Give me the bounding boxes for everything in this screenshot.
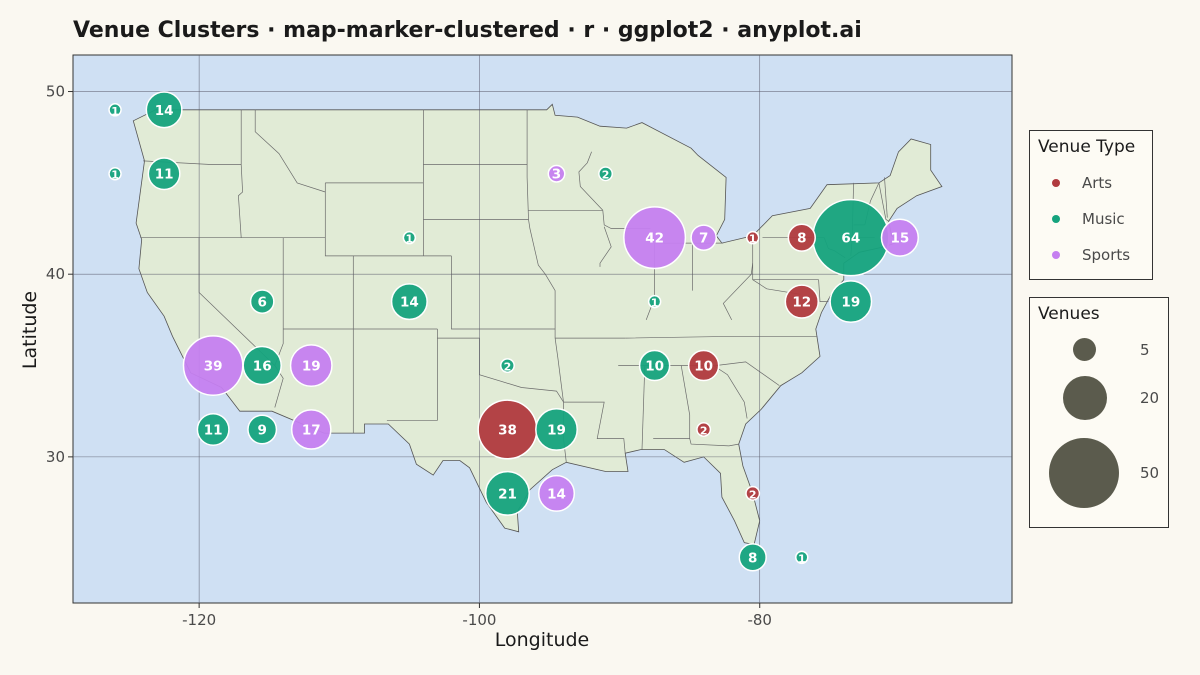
cluster-marker-sports: 15: [880, 218, 920, 257]
cluster-count-label: 64: [841, 231, 860, 247]
cluster-count-label: 2: [602, 169, 610, 182]
cluster-marker-music: 11: [196, 412, 230, 446]
cluster-marker-music: 21: [484, 470, 530, 516]
size-legend-circle-20: [1063, 376, 1107, 420]
y-tick-label: 50: [46, 83, 65, 101]
cluster-marker-music: 2: [499, 358, 515, 374]
cluster-count-label: 21: [498, 486, 517, 502]
cluster-count-label: 14: [400, 295, 419, 311]
cluster-marker-music: 64: [812, 198, 890, 277]
cluster-count-label: 14: [155, 103, 174, 119]
legend-label-arts: Arts: [1082, 174, 1113, 192]
cluster-count-label: 19: [302, 359, 321, 375]
cluster-count-label: 1: [651, 297, 659, 310]
map-plot: 644239382119191917161514141412111110 1098…: [19, 54, 1013, 651]
legend-item-sports: Sports: [1030, 242, 1130, 268]
y-tick-label: 30: [46, 448, 65, 466]
cluster-marker-music: 8: [738, 543, 767, 572]
legend-label-sports: Sports: [1082, 246, 1131, 264]
cluster-count-label: 2: [700, 424, 708, 437]
cluster-count-label: 14: [547, 486, 566, 502]
cluster-marker-arts: 12: [784, 284, 819, 319]
cluster-count-label: 16: [253, 359, 272, 375]
cluster-marker-sports: 19: [289, 344, 333, 387]
cluster-count-label: 10: [694, 359, 713, 375]
legend-dot-arts: [1052, 179, 1060, 187]
cluster-count-label: 38: [498, 422, 517, 438]
cluster-count-label: 42: [645, 231, 664, 247]
cluster-marker-sports: 17: [290, 409, 332, 450]
cluster-marker-arts: 38: [477, 399, 538, 460]
y-tick-label: 40: [46, 265, 65, 283]
legend-item-arts: Arts: [1030, 170, 1112, 196]
venue-type-legend-title: Venue Type: [1038, 137, 1136, 157]
y-axis-title: Latitude: [19, 291, 41, 369]
cluster-marker-sports: 14: [537, 474, 576, 512]
size-legend-circle-50: [1049, 438, 1119, 508]
size-legend-label-20: 20: [1140, 389, 1160, 407]
cluster-marker-music: 10: [638, 349, 671, 382]
cluster-marker-music: 16: [242, 345, 282, 386]
cluster-count-label: 8: [748, 550, 757, 566]
cluster-marker-arts: 2: [696, 421, 712, 437]
x-tick-label: -100: [462, 611, 496, 629]
cluster-count-label: 15: [890, 231, 909, 247]
cluster-count-label: 1: [406, 233, 414, 246]
legend-label-music: Music: [1082, 210, 1125, 228]
cluster-count-label: 11: [204, 422, 223, 438]
cluster-marker-music: 19: [535, 408, 578, 451]
cluster-count-label: 7: [699, 231, 708, 247]
venue-type-legend: Venue Type Arts Music Sports: [1029, 130, 1153, 280]
cluster-count-label: 2: [504, 361, 512, 374]
cluster-marker-music: 14: [390, 283, 428, 321]
cluster-marker-arts: 10: [687, 349, 720, 382]
cluster-marker-music: 6: [249, 289, 275, 314]
cluster-marker-sports: 3: [547, 164, 566, 183]
cluster-count-label: 2: [749, 488, 757, 501]
cluster-count-label: 8: [797, 231, 806, 247]
size-legend-circle-5: [1073, 338, 1096, 361]
legend-item-music: Music: [1030, 206, 1125, 232]
cluster-count-label: 12: [792, 295, 811, 311]
cluster-count-label: 1: [798, 552, 806, 565]
cluster-count-label: 10: [645, 359, 664, 375]
cluster-marker-sports: 42: [623, 206, 687, 270]
size-legend-label-50: 50: [1140, 464, 1160, 482]
cluster-marker-arts: 2: [745, 485, 761, 501]
venues-size-legend-title: Venues: [1038, 304, 1100, 324]
cluster-marker-music: 14: [145, 91, 183, 129]
cluster-marker-sports: 7: [690, 224, 717, 251]
venues-size-legend: Venues 5 20 50: [1029, 297, 1169, 528]
cluster-count-label: 6: [257, 295, 266, 311]
x-tick-label: -80: [747, 611, 772, 629]
cluster-marker-music: 11: [147, 157, 181, 191]
cluster-count-label: 9: [257, 422, 266, 438]
cluster-marker-music: 2: [598, 166, 614, 182]
cluster-count-label: 3: [552, 167, 561, 183]
legend-dot-music: [1052, 215, 1060, 223]
legend-dot-sports: [1052, 251, 1060, 259]
cluster-marker-sports: 39: [182, 335, 244, 396]
cluster-count-label: 1: [111, 105, 119, 118]
cluster-count-label: 19: [547, 422, 566, 438]
cluster-count-label: 1: [111, 169, 119, 182]
cluster-count-label: 1: [749, 233, 757, 246]
cluster-marker-music: 19: [829, 280, 873, 324]
size-legend-label-5: 5: [1140, 341, 1150, 359]
cluster-count-label: 17: [302, 422, 321, 438]
x-axis-title: Longitude: [495, 629, 590, 651]
cluster-count-label: 39: [204, 359, 223, 375]
cluster-marker-music: 9: [247, 414, 278, 445]
cluster-marker-arts: 8: [787, 223, 816, 252]
x-tick-label: -120: [182, 611, 216, 629]
cluster-count-label: 19: [841, 295, 860, 311]
cluster-count-label: 11: [155, 167, 174, 183]
